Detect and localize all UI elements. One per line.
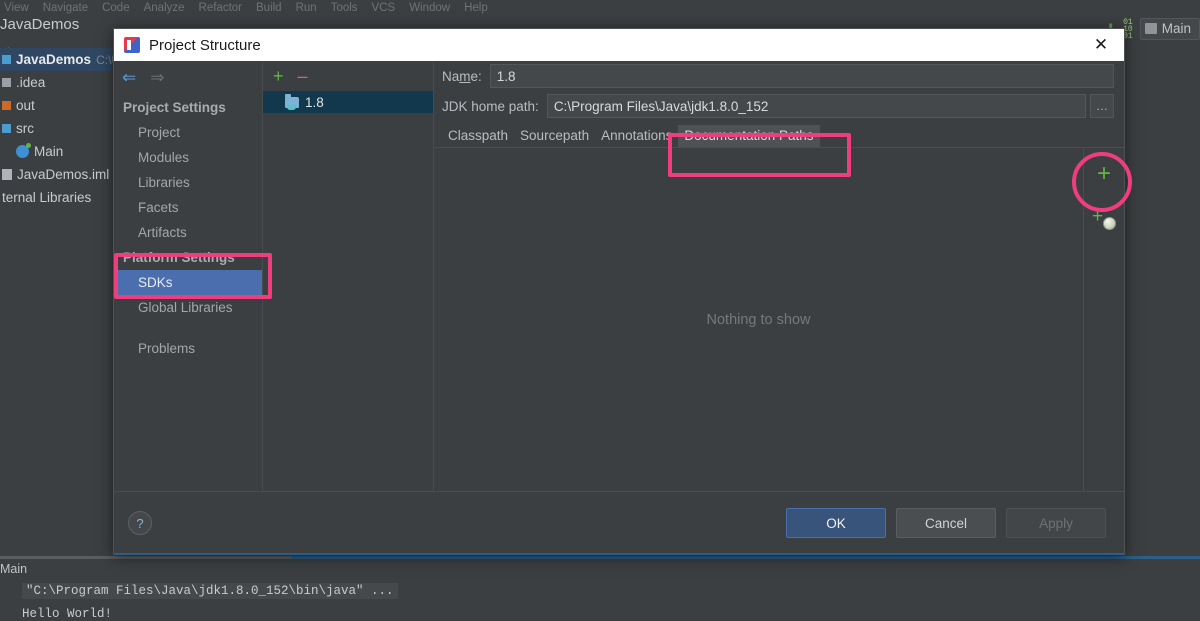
add-sdk-icon[interactable]: + bbox=[273, 67, 284, 85]
menu-item-code[interactable]: Code bbox=[102, 2, 130, 14]
tool-window-divider-segment bbox=[0, 556, 292, 559]
cancel-button[interactable]: Cancel bbox=[896, 508, 996, 538]
sdk-list-column: + – 1.8 bbox=[263, 61, 434, 491]
menu-item-vcs[interactable]: VCS bbox=[372, 2, 396, 14]
tab-annotations[interactable]: Annotations bbox=[595, 125, 678, 147]
sdk-detail-panel: Name: 1.8 JDK home path: C:\Program File… bbox=[434, 61, 1124, 491]
sidebar-item-libraries[interactable]: Libraries bbox=[114, 170, 262, 195]
tree-row-javademos[interactable]: JavaDemos C:\Use bbox=[0, 48, 133, 71]
forward-arrow-icon[interactable]: ⇒ bbox=[150, 69, 164, 86]
nav-group-project-settings: Project Settings bbox=[123, 100, 226, 115]
menu-item-run[interactable]: Run bbox=[296, 2, 317, 14]
sdk-list-item-label: 1.8 bbox=[305, 94, 324, 110]
menu-item-build[interactable]: Build bbox=[256, 2, 282, 14]
sidebar-item-facets[interactable]: Facets bbox=[114, 195, 262, 220]
browse-button[interactable]: … bbox=[1090, 94, 1114, 118]
project-title: JavaDemos bbox=[0, 16, 80, 33]
dialog-bottom-accent bbox=[114, 553, 1124, 555]
add-url-icon[interactable]: + bbox=[1092, 206, 1116, 230]
sdk-list-toolbar[interactable]: + – bbox=[263, 61, 433, 91]
tree-label: src bbox=[16, 121, 34, 136]
tree-label: Main bbox=[34, 144, 64, 159]
jdk-home-path-input[interactable]: C:\Program Files\Java\jdk1.8.0_152 bbox=[546, 94, 1086, 118]
tree-label: out bbox=[16, 98, 35, 113]
sidebar-item-modules[interactable]: Modules bbox=[114, 145, 262, 170]
java-class-icon bbox=[16, 143, 31, 158]
dialog-body: ⇐ ⇒ Project Settings Project Modules Lib… bbox=[114, 61, 1124, 554]
settings-nav-column: ⇐ ⇒ Project Settings Project Modules Lib… bbox=[114, 61, 263, 491]
sdk-folder-icon bbox=[285, 93, 299, 110]
globe-icon bbox=[1103, 217, 1116, 230]
sdk-tabs[interactable]: Classpath Sourcepath Annotations Documen… bbox=[434, 121, 1124, 147]
tree-label: ternal Libraries bbox=[2, 190, 92, 205]
ok-button[interactable]: OK bbox=[786, 508, 886, 538]
tree-row-iml[interactable]: JavaDemos.iml bbox=[0, 163, 112, 186]
folder-orange-icon bbox=[2, 101, 11, 110]
paths-side-toolbar[interactable]: + + bbox=[1084, 148, 1124, 491]
tree-row-main[interactable]: Main bbox=[0, 140, 112, 163]
project-icon bbox=[2, 55, 11, 64]
run-config-icon bbox=[1144, 23, 1157, 34]
back-arrow-icon[interactable]: ⇐ bbox=[122, 69, 136, 86]
tab-sourcepath[interactable]: Sourcepath bbox=[514, 125, 595, 147]
tree-label: JavaDemos.iml bbox=[17, 167, 110, 182]
folder-blue-icon bbox=[2, 124, 11, 133]
tree-row-external-libraries[interactable]: ternal Libraries bbox=[0, 186, 112, 209]
help-icon[interactable]: ? bbox=[128, 511, 152, 535]
nav-history-buttons[interactable]: ⇐ ⇒ bbox=[114, 61, 262, 93]
menu-item-navigate[interactable]: Navigate bbox=[43, 2, 88, 14]
menu-bar[interactable]: View Navigate Code Analyze Refactor Buil… bbox=[0, 0, 1200, 16]
menu-item-analyze[interactable]: Analyze bbox=[144, 2, 185, 14]
intellij-icon bbox=[124, 37, 140, 53]
sdk-list-item-1-8[interactable]: 1.8 bbox=[263, 91, 433, 113]
remove-sdk-icon[interactable]: – bbox=[298, 67, 308, 85]
project-structure-dialog: Project Structure ✕ ⇐ ⇒ Project Settings… bbox=[113, 28, 1125, 555]
menu-item-refactor[interactable]: Refactor bbox=[199, 2, 242, 14]
run-configuration-selector[interactable]: Main bbox=[1139, 18, 1200, 40]
tree-label: .idea bbox=[16, 75, 46, 90]
name-field-row: Name: 1.8 bbox=[434, 61, 1124, 91]
close-icon[interactable]: ✕ bbox=[1078, 29, 1124, 61]
settings-nav-list[interactable]: Project Settings Project Modules Librari… bbox=[114, 93, 262, 491]
tree-row-out[interactable]: out bbox=[0, 94, 112, 117]
tab-classpath[interactable]: Classpath bbox=[442, 125, 514, 147]
jdk-home-path-label: JDK home path: bbox=[442, 98, 539, 114]
dialog-title: Project Structure bbox=[149, 36, 261, 54]
name-label: Name: bbox=[442, 68, 482, 84]
tree-row-idea[interactable]: .idea bbox=[0, 71, 112, 94]
sidebar-item-artifacts[interactable]: Artifacts bbox=[114, 220, 262, 245]
dialog-main: ⇐ ⇒ Project Settings Project Modules Lib… bbox=[114, 61, 1124, 491]
tab-documentation-paths[interactable]: Documentation Paths bbox=[678, 125, 820, 147]
sidebar-item-project[interactable]: Project bbox=[114, 120, 262, 145]
tree-row-src[interactable]: src bbox=[0, 117, 112, 140]
paths-pane: Nothing to show + + bbox=[434, 148, 1124, 491]
menu-item-help[interactable]: Help bbox=[464, 2, 488, 14]
sidebar-item-sdks[interactable]: SDKs bbox=[114, 270, 262, 295]
sidebar-item-problems[interactable]: Problems bbox=[114, 336, 262, 361]
empty-state-text: Nothing to show bbox=[706, 311, 811, 328]
console-tab-main[interactable]: Main bbox=[0, 562, 27, 576]
console-output-line-1: "C:\Program Files\Java\jdk1.8.0_152\bin\… bbox=[22, 583, 398, 599]
folder-gray-icon bbox=[2, 78, 11, 87]
dialog-titlebar: Project Structure ✕ bbox=[114, 29, 1124, 62]
nav-group-platform-settings: Platform Settings bbox=[123, 250, 235, 265]
name-input[interactable]: 1.8 bbox=[489, 64, 1114, 88]
run-config-label: Main bbox=[1161, 21, 1191, 36]
menu-item-tools[interactable]: Tools bbox=[331, 2, 358, 14]
apply-button[interactable]: Apply bbox=[1006, 508, 1106, 538]
sidebar-item-global-libraries[interactable]: Global Libraries bbox=[114, 295, 262, 320]
dialog-footer: ? OK Cancel Apply bbox=[114, 491, 1124, 554]
project-tree[interactable]: JavaDemos C:\Use .idea out src Main Java… bbox=[0, 48, 133, 209]
paths-list[interactable]: Nothing to show bbox=[434, 148, 1084, 491]
module-file-icon bbox=[2, 169, 12, 180]
jdk-home-path-row: JDK home path: C:\Program Files\Java\jdk… bbox=[434, 91, 1124, 121]
tree-label: JavaDemos bbox=[16, 52, 92, 67]
add-path-icon[interactable]: + bbox=[1097, 162, 1111, 186]
menu-item-window[interactable]: Window bbox=[409, 2, 450, 14]
console-output-line-2: Hello World! bbox=[22, 607, 113, 621]
add-url-plus: + bbox=[1092, 206, 1104, 227]
menu-item-view[interactable]: View bbox=[4, 2, 29, 14]
